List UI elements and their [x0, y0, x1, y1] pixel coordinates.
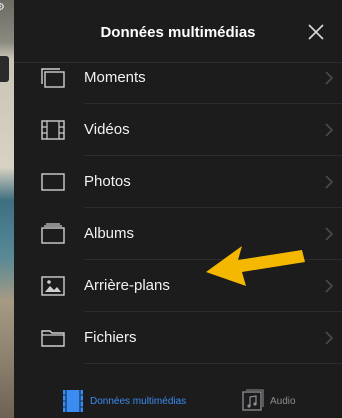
list-item-label: Albums — [84, 225, 135, 242]
chevron-right-icon — [325, 279, 334, 293]
background-photo-strip: ⚙ — [0, 0, 14, 418]
tab-audio[interactable]: Audio — [242, 388, 296, 414]
chevron-right-icon — [325, 331, 334, 345]
media-category-list: Moments Vidéos Photos Albums Arrière-pla… — [14, 52, 342, 364]
settings-icon: ⚙ — [0, 2, 5, 13]
bottom-tab-bar: Données multimédias Audio — [14, 382, 342, 418]
music-note-icon — [242, 389, 264, 411]
annotation-arrow-icon — [206, 246, 305, 286]
list-item-label: Vidéos — [84, 121, 130, 138]
folder-icon — [41, 330, 65, 347]
list-item-label: Arrière-plans — [84, 277, 170, 294]
chevron-right-icon — [325, 71, 334, 85]
chevron-right-icon — [325, 123, 334, 137]
list-item-label: Fichiers — [84, 329, 137, 346]
wallpaper-icon — [41, 276, 65, 296]
list-item-videos[interactable]: Vidéos — [14, 104, 342, 156]
chevron-right-icon — [325, 175, 334, 189]
media-icon — [63, 390, 83, 412]
tab-media[interactable]: Données multimédias — [62, 388, 186, 414]
list-item-files[interactable]: Fichiers — [14, 312, 342, 364]
list-item-label: Photos — [84, 173, 131, 190]
album-icon — [41, 223, 65, 244]
background-handle — [0, 56, 9, 82]
close-button[interactable] — [306, 22, 326, 42]
close-icon — [308, 24, 324, 40]
photo-frame-icon — [41, 173, 65, 191]
tab-label: Audio — [270, 395, 296, 407]
moments-icon — [41, 68, 65, 88]
tab-label: Données multimédias — [90, 395, 187, 407]
film-icon — [41, 120, 65, 140]
list-item-photos[interactable]: Photos — [14, 156, 342, 208]
list-item-moments[interactable]: Moments — [14, 52, 342, 104]
list-item-label: Moments — [84, 69, 146, 86]
chevron-right-icon — [325, 227, 334, 241]
panel-title: Données multimédias — [100, 24, 256, 41]
media-panel: Données multimédias Moments Vidéos Photo… — [14, 0, 342, 418]
